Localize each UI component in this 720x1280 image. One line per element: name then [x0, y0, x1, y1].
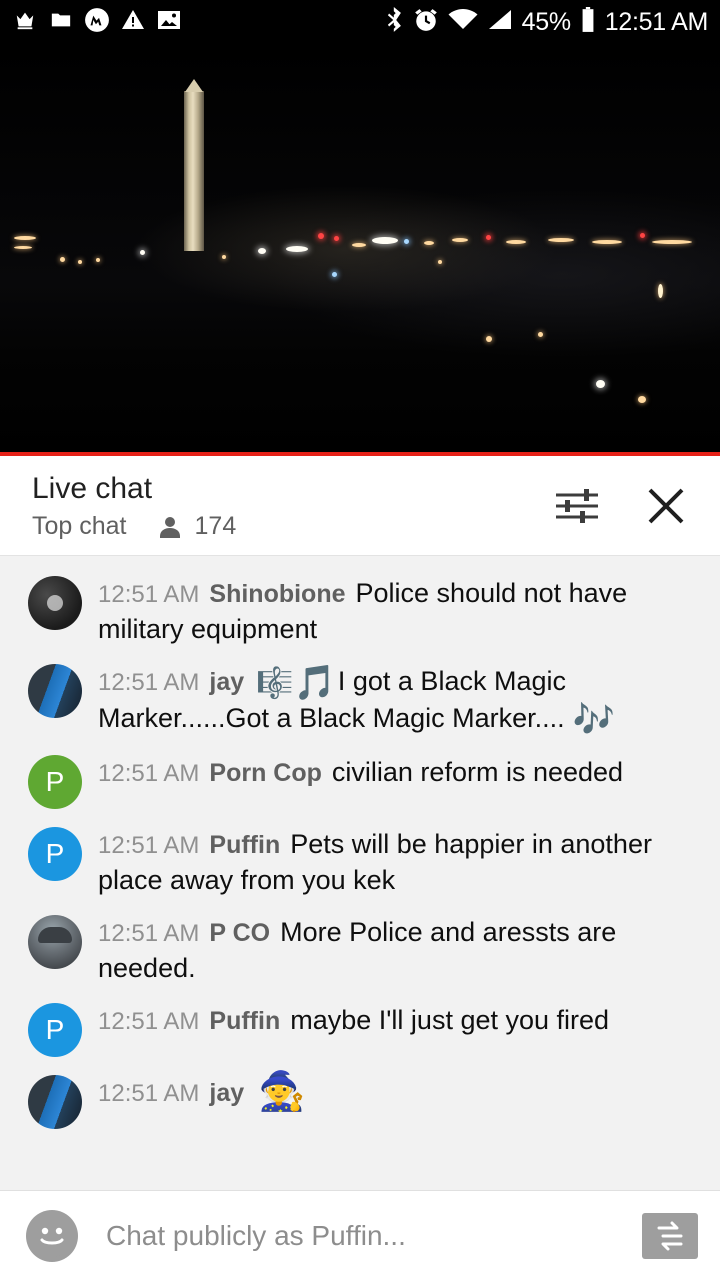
- close-icon[interactable]: [642, 482, 690, 530]
- live-chat-title: Live chat: [32, 472, 153, 505]
- chat-message[interactable]: 12:51 AM jay 🎼🎵I got a Black Magic Marker.…: [0, 654, 720, 745]
- chat-message[interactable]: 12:51 AM Shinobione Police should not have…: [0, 566, 720, 654]
- message-timestamp: 12:51 AM: [98, 920, 200, 947]
- message-author[interactable]: jay: [209, 1079, 244, 1107]
- chat-message-body: 12:51 AM jay 🧙: [98, 1073, 696, 1111]
- avatar[interactable]: [28, 576, 82, 630]
- chat-message[interactable]: P 12:51 AM Puffin Pets will be happier in …: [0, 817, 720, 905]
- chat-message[interactable]: 12:51 AM jay 🧙: [0, 1065, 720, 1137]
- avatar[interactable]: P: [28, 755, 82, 809]
- musical-score-emoji: 🎼: [256, 667, 294, 700]
- chat-composer[interactable]: Chat publicly as Puffin...: [0, 1190, 720, 1280]
- avatar[interactable]: P: [28, 827, 82, 881]
- chat-message[interactable]: P 12:51 AM Porn Cop civilian reform is nee…: [0, 745, 720, 817]
- avatar[interactable]: [28, 1075, 82, 1129]
- wifi-icon: [448, 8, 478, 37]
- message-timestamp: 12:51 AM: [98, 1008, 200, 1035]
- chat-message-body: 12:51 AM Puffin maybe I'll just get you fi…: [98, 1001, 696, 1039]
- city-lights: [0, 224, 720, 277]
- musical-notes-emoji: 🎶: [572, 701, 615, 739]
- avatar[interactable]: [28, 915, 82, 969]
- clock: 12:51 AM: [604, 7, 709, 36]
- live-chat-header-text: Live chat Top chat 174: [32, 470, 236, 541]
- chat-message-list[interactable]: 12:51 AM Shinobione Police should not have…: [0, 556, 720, 1190]
- message-text: maybe I'll just get you fired: [290, 1005, 610, 1035]
- avatar[interactable]: [28, 664, 82, 718]
- image-icon: [156, 9, 182, 36]
- message-author[interactable]: Puffin: [209, 1007, 280, 1035]
- signal-icon: [487, 8, 513, 37]
- avatar-initial: P: [45, 1014, 65, 1045]
- status-bar: 45% 12:51 AM: [0, 0, 720, 44]
- crown-icon: [12, 9, 38, 36]
- live-chat-header: Live chat Top chat 174: [0, 456, 720, 556]
- message-timestamp: 12:51 AM: [98, 760, 200, 787]
- chat-message-body: 12:51 AM P CO More Police and aressts are …: [98, 913, 696, 985]
- phone-screen: 45% 12:51 AM Live chat Top chat 174 12:5…: [0, 0, 720, 1280]
- avatar-initial: P: [45, 838, 65, 869]
- chat-input[interactable]: Chat publicly as Puffin...: [78, 1220, 642, 1252]
- message-text: civilian reform is needed: [331, 757, 624, 787]
- message-timestamp: 12:51 AM: [98, 581, 200, 608]
- message-author[interactable]: jay: [209, 668, 244, 696]
- message-timestamp: 12:51 AM: [98, 832, 200, 859]
- message-author[interactable]: P CO: [209, 919, 270, 947]
- status-bar-system: 45% 12:51 AM: [386, 6, 709, 38]
- live-chat-subheader: Top chat 174: [32, 512, 236, 541]
- sliders-icon[interactable]: [554, 486, 600, 526]
- chat-message[interactable]: P 12:51 AM Puffin maybe I'll just get you …: [0, 993, 720, 1065]
- video-progress-bar[interactable]: [0, 452, 720, 456]
- battery-percent: 45%: [521, 7, 571, 36]
- emoji-face-icon[interactable]: [26, 1209, 78, 1262]
- mage-emoji: 🧙: [258, 1071, 306, 1113]
- video-progress-fill: [0, 452, 720, 456]
- viewer-count: 174: [194, 512, 237, 540]
- warning-icon: [120, 8, 146, 37]
- avatar-initial: P: [45, 766, 65, 797]
- message-author[interactable]: Shinobione: [209, 580, 345, 608]
- alarm-icon: [413, 7, 439, 38]
- message-timestamp: 12:51 AM: [98, 669, 200, 696]
- person-icon: [159, 515, 181, 539]
- bluetooth-icon: [386, 6, 404, 38]
- chat-mode-label[interactable]: Top chat: [32, 512, 127, 541]
- message-author[interactable]: Porn Cop: [209, 759, 322, 787]
- chat-message[interactable]: 12:51 AM P CO More Police and aressts are …: [0, 905, 720, 993]
- messenger-icon: [84, 7, 110, 38]
- video-player[interactable]: [0, 44, 720, 456]
- avatar[interactable]: P: [28, 1003, 82, 1057]
- folder-icon: [48, 9, 74, 36]
- status-bar-notifications: [12, 7, 182, 38]
- message-author[interactable]: Puffin: [209, 831, 280, 859]
- message-timestamp: 12:51 AM: [98, 1080, 200, 1107]
- musical-note-emoji: 🎵: [293, 664, 336, 702]
- chat-message-body: 12:51 AM Porn Cop civilian reform is neede…: [98, 753, 696, 791]
- battery-icon: [580, 6, 596, 38]
- chat-message-body: 12:51 AM jay 🎼🎵I got a Black Magic Marker.…: [98, 662, 696, 737]
- live-chat-header-actions: [554, 482, 690, 530]
- chat-message-body: 12:51 AM Shinobione Police should not have…: [98, 574, 696, 646]
- chat-message-body: 12:51 AM Puffin Pets will be happier in an…: [98, 825, 696, 897]
- send-icon[interactable]: [642, 1212, 698, 1259]
